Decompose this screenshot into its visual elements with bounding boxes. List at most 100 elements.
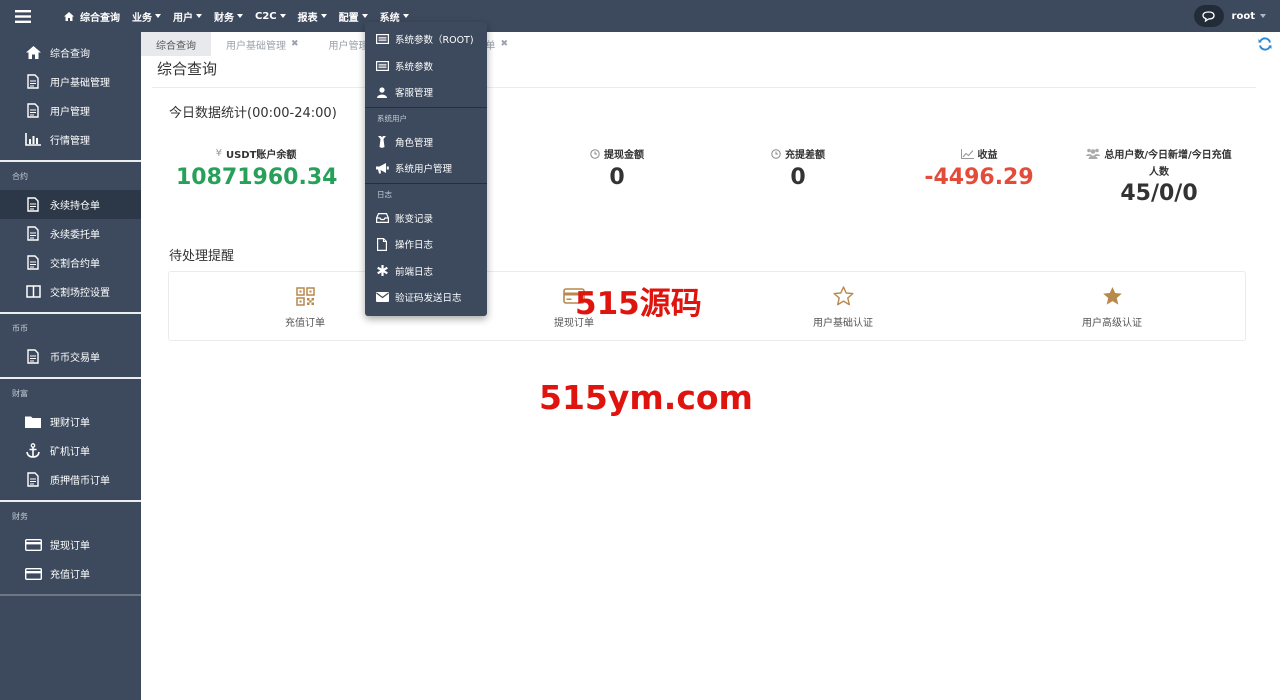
credit-card-icon bbox=[24, 538, 42, 551]
nav-menu-label: 配置 bbox=[338, 12, 359, 24]
users-icon bbox=[1086, 148, 1101, 159]
menu-item-sms-log[interactable]: 验证码发送日志 bbox=[365, 284, 487, 311]
folder-icon bbox=[25, 416, 41, 428]
sidebar-group-title: 财富 bbox=[12, 388, 28, 398]
sidebar-item-delivery-control[interactable]: 交割场控设置 bbox=[0, 277, 141, 306]
pending-basic-verification[interactable]: 用户基础认证 bbox=[763, 284, 923, 329]
sidebar: 综合查询 用户基础管理 用户管理 行情管理 合约 永续持仓单 永续委托单 交割合… bbox=[0, 32, 141, 700]
menu-item-system-users[interactable]: 系统用户管理 bbox=[365, 155, 487, 182]
menu-item-label: 账变记录 bbox=[395, 213, 434, 225]
document-icon bbox=[27, 103, 39, 118]
divider bbox=[365, 182, 487, 184]
nav-menu-business[interactable]: 业务 bbox=[126, 0, 167, 32]
sidebar-item-perpetual-orders[interactable]: 永续委托单 bbox=[0, 219, 141, 248]
menu-item-frontend-log[interactable]: 前端日志 bbox=[365, 258, 487, 285]
sidebar-item-spot-trades[interactable]: 币币交易单 bbox=[0, 342, 141, 371]
pending-deposit-orders[interactable]: 充值订单 bbox=[225, 284, 385, 329]
envelope-icon bbox=[375, 292, 389, 303]
menu-item-balance-log[interactable]: 账变记录 bbox=[365, 205, 487, 232]
clock-icon bbox=[590, 148, 600, 159]
tie-icon bbox=[378, 135, 386, 148]
nav-menu-label: 业务 bbox=[132, 12, 152, 24]
stat-withdraw-amount: 提现金额 0 bbox=[537, 146, 697, 190]
close-icon[interactable]: ✖ bbox=[291, 39, 299, 49]
tab-label: 综合查询 bbox=[156, 40, 196, 52]
sidebar-item-label: 用户管理 bbox=[50, 107, 90, 118]
caret-down-icon bbox=[402, 14, 409, 18]
anchor-icon bbox=[26, 443, 40, 458]
chat-icon bbox=[1202, 10, 1215, 22]
sidebar-item-deposit-orders[interactable]: 充值订单 bbox=[0, 559, 141, 588]
user-menu[interactable]: root bbox=[1232, 11, 1266, 22]
sidebar-item-delivery-contracts[interactable]: 交割合约单 bbox=[0, 248, 141, 277]
sidebar-item-users[interactable]: 用户管理 bbox=[0, 96, 141, 125]
menu-item-operation-log[interactable]: 操作日志 bbox=[365, 231, 487, 258]
clock-icon bbox=[771, 148, 781, 159]
nav-menu-c2c[interactable]: C2C bbox=[249, 0, 292, 32]
user-icon bbox=[377, 87, 387, 98]
sidebar-item-label: 用户基础管理 bbox=[50, 78, 110, 89]
system-dropdown-menu: 系统参数（ROOT) 系统参数 客服管理 系统用户 角色管理 系统用户管理 日志… bbox=[365, 22, 487, 316]
sidebar-item-withdraw-orders[interactable]: 提现订单 bbox=[0, 530, 141, 559]
stat-value: -4496.29 bbox=[924, 165, 1034, 190]
stat-label: 充提差额 bbox=[785, 150, 825, 161]
book-icon bbox=[25, 285, 41, 298]
caret-down-icon bbox=[196, 14, 202, 18]
caret-down-icon bbox=[361, 14, 368, 18]
menu-item-customer-service[interactable]: 客服管理 bbox=[365, 79, 487, 106]
watermark-text: 515源码 bbox=[575, 286, 702, 322]
pending-section-title: 待处理提醒 bbox=[169, 249, 235, 264]
sidebar-item-label: 交割合约单 bbox=[50, 259, 100, 270]
menu-item-role-management[interactable]: 角色管理 bbox=[365, 129, 487, 156]
home-icon bbox=[64, 11, 74, 21]
menu-item-label: 操作日志 bbox=[395, 240, 434, 252]
sidebar-item-label: 综合查询 bbox=[50, 49, 90, 60]
divider bbox=[152, 87, 1256, 88]
topbar-right: root bbox=[1193, 0, 1280, 32]
sidebar-item-overview[interactable]: 综合查询 bbox=[0, 38, 141, 67]
close-icon[interactable]: ✖ bbox=[501, 39, 509, 49]
home-icon bbox=[25, 46, 41, 59]
document-icon bbox=[27, 255, 39, 270]
menu-item-system-params-root[interactable]: 系统参数（ROOT) bbox=[365, 26, 487, 53]
sidebar-item-label: 永续委托单 bbox=[50, 230, 100, 241]
sidebar-item-miner-orders[interactable]: 矿机订单 bbox=[0, 436, 141, 465]
tab-overview[interactable]: 综合查询 bbox=[141, 32, 211, 56]
sidebar-item-label: 币币交易单 bbox=[50, 353, 100, 364]
hamburger-icon bbox=[15, 9, 31, 23]
chat-button[interactable] bbox=[1193, 5, 1224, 27]
menu-group-title: 日志 bbox=[377, 190, 392, 199]
sidebar-item-label: 质押借币订单 bbox=[50, 476, 110, 487]
nav-menu-report[interactable]: 报表 bbox=[292, 0, 333, 32]
bullhorn-icon bbox=[375, 162, 389, 174]
menu-item-label: 系统参数 bbox=[395, 61, 434, 73]
menu-item-system-params[interactable]: 系统参数 bbox=[365, 53, 487, 80]
menu-item-label: 前端日志 bbox=[395, 266, 434, 278]
menu-item-label: 系统用户管理 bbox=[395, 164, 453, 176]
inbox-icon bbox=[375, 212, 389, 223]
nav-menu-finance[interactable]: 财务 bbox=[208, 0, 249, 32]
stat-label-line2: 人数 bbox=[1149, 167, 1169, 178]
bar-chart-icon bbox=[25, 133, 41, 146]
pending-label: 用户基础认证 bbox=[813, 318, 873, 329]
nav-home[interactable]: 综合查询 bbox=[60, 0, 126, 32]
stat-label: 提现金额 bbox=[604, 150, 644, 161]
menu-item-label: 客服管理 bbox=[395, 88, 434, 100]
sidebar-item-market[interactable]: 行情管理 bbox=[0, 125, 141, 154]
sidebar-item-pledge-loans[interactable]: 质押借币订单 bbox=[0, 465, 141, 494]
sidebar-item-perpetual-positions[interactable]: 永续持仓单 bbox=[0, 190, 141, 219]
sidebar-item-label: 理财订单 bbox=[50, 418, 90, 429]
refresh-button[interactable] bbox=[1258, 37, 1272, 51]
sidebar-item-wealth-orders[interactable]: 理财订单 bbox=[0, 407, 141, 436]
sidebar-item-user-basic[interactable]: 用户基础管理 bbox=[0, 67, 141, 96]
star-outline-icon bbox=[833, 286, 853, 306]
nav-menu-label: C2C bbox=[255, 10, 277, 22]
stat-deposit-diff: 充提差额 0 bbox=[718, 146, 878, 190]
nav-menu-user[interactable]: 用户 bbox=[167, 0, 208, 32]
tab-label: 用户管理 bbox=[328, 40, 369, 52]
menu-toggle-button[interactable] bbox=[0, 0, 46, 32]
sidebar-item-label: 提现订单 bbox=[50, 541, 90, 552]
tab-user-basic[interactable]: 用户基础管理 ✖ bbox=[211, 32, 314, 56]
pending-advanced-verification[interactable]: 用户高级认证 bbox=[1032, 284, 1192, 329]
menu-group-title: 系统用户 bbox=[377, 114, 407, 123]
